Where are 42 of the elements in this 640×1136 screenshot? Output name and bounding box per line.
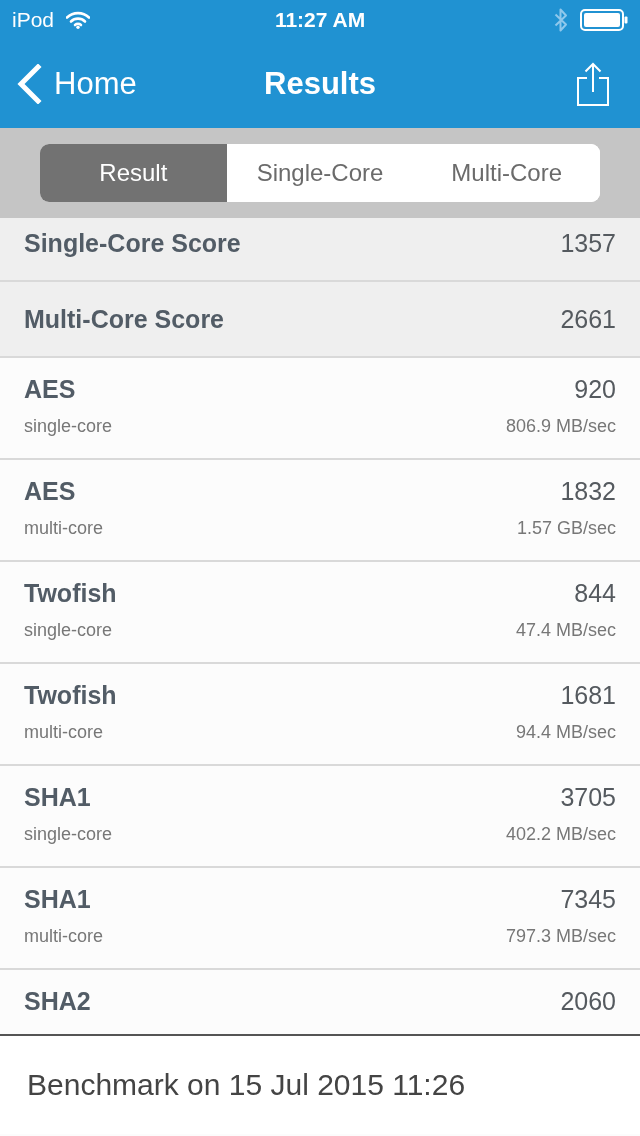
test-rate: 797.3 MB/sec (505, 926, 616, 947)
segment-tab[interactable]: Result (40, 144, 227, 202)
share-button[interactable] (576, 62, 610, 106)
test-name: AES (24, 477, 76, 506)
test-score: 844 (574, 579, 616, 608)
clock-time: 11:27 AM (274, 8, 366, 32)
test-score: 920 (574, 375, 616, 404)
test-mode: single-core (24, 416, 113, 437)
test-rate: 94.4 MB/sec (515, 722, 616, 743)
screen-title: Results (264, 66, 376, 102)
test-score: 1681 (560, 681, 616, 710)
score-value: 1357 (560, 228, 616, 258)
score-label: Multi-Core Score (24, 304, 225, 334)
test-rate: 47.4 MB/sec (515, 620, 616, 641)
test-rate: 1.57 GB/sec (516, 518, 616, 539)
test-mode: single-core (24, 824, 113, 845)
wifi-icon (66, 11, 91, 29)
test-name: SHA2 (24, 987, 91, 1016)
back-button[interactable]: Home (16, 64, 137, 104)
test-name: Twofish (24, 681, 117, 710)
bluetooth-icon (554, 7, 568, 33)
score-value: 2661 (560, 304, 616, 334)
test-name: SHA1 (24, 885, 91, 914)
test-mode: multi-core (24, 722, 103, 743)
test-mode: multi-core (24, 926, 103, 947)
test-score: 3705 (560, 783, 616, 812)
chevron-left-icon (16, 64, 42, 104)
test-mode: multi-core (24, 518, 103, 539)
test-name: Twofish (24, 579, 117, 608)
test-name: AES (24, 375, 76, 404)
test-score: 2060 (560, 987, 616, 1016)
test-rate: 402.2 MB/sec (505, 824, 616, 845)
test-score: 7345 (560, 885, 616, 914)
carrier-label: iPod (12, 8, 55, 32)
test-mode: single-core (24, 620, 113, 641)
share-icon (576, 62, 610, 106)
benchmark-date: Benchmark on 15 Jul 2015 11:26 (27, 1068, 466, 1102)
test-score: 1832 (560, 477, 616, 506)
battery-icon (580, 9, 628, 31)
test-rate: 806.9 MB/sec (505, 416, 616, 437)
score-label: Single-Core Score (24, 228, 241, 258)
test-name: SHA1 (24, 783, 91, 812)
